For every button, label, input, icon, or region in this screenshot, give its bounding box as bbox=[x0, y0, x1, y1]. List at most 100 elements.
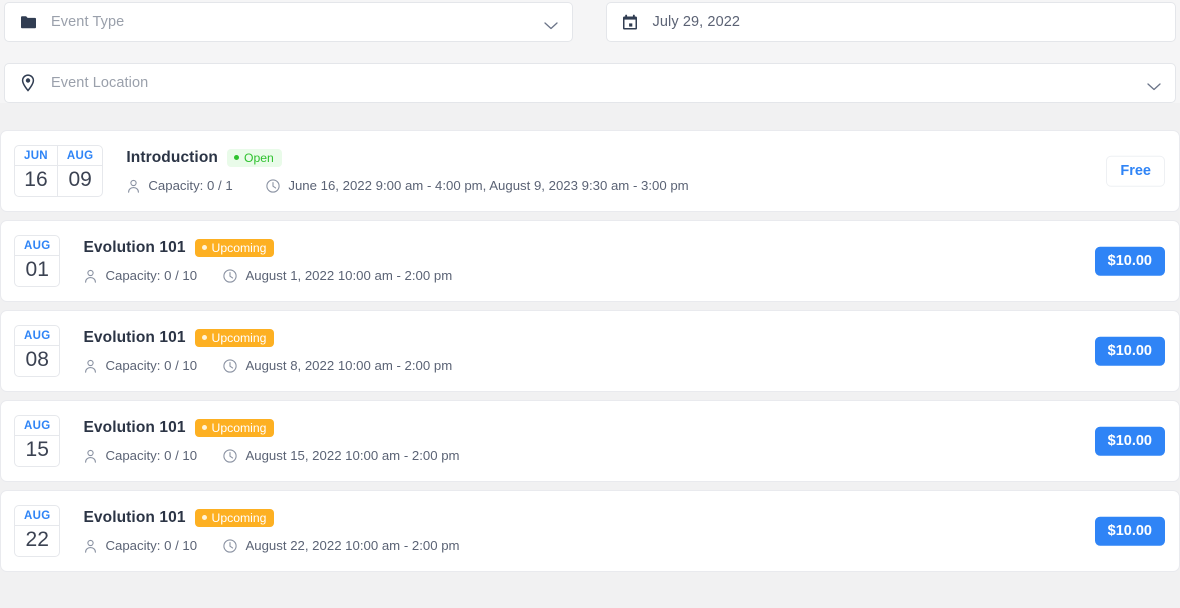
schedule-text: August 15, 2022 10:00 am - 2:00 pm bbox=[245, 448, 459, 463]
status-dot-icon bbox=[202, 425, 207, 430]
event-schedule: August 1, 2022 10:00 am - 2:00 pm bbox=[223, 268, 452, 283]
status-label: Upcoming bbox=[212, 332, 267, 344]
filter-bar: Event Type July 29, 2022 bbox=[0, 0, 1180, 103]
event-card[interactable]: AUG 15 Evolution 101 Upcoming Capacity: … bbox=[0, 400, 1180, 482]
clock-icon bbox=[223, 539, 237, 553]
event-date-box: AUG 15 bbox=[14, 415, 60, 468]
schedule-text: June 16, 2022 9:00 am - 4:00 pm, August … bbox=[288, 178, 688, 193]
event-date-box: AUG 22 bbox=[14, 505, 60, 558]
event-capacity: Capacity: 0 / 10 bbox=[83, 538, 223, 553]
status-badge: Open bbox=[227, 149, 282, 167]
event-schedule: August 15, 2022 10:00 am - 2:00 pm bbox=[223, 448, 459, 463]
date-month: AUG bbox=[15, 506, 59, 526]
person-icon bbox=[83, 539, 97, 553]
chevron-down-icon[interactable] bbox=[544, 18, 558, 27]
capacity-text: Capacity: 0 / 10 bbox=[105, 268, 197, 283]
event-type-select[interactable]: Event Type bbox=[4, 2, 573, 42]
date-column: AUG 01 bbox=[15, 236, 59, 287]
clock-icon bbox=[266, 179, 280, 193]
capacity-text: Capacity: 0 / 1 bbox=[148, 178, 232, 193]
price-badge[interactable]: $10.00 bbox=[1095, 247, 1165, 276]
status-label: Open bbox=[244, 152, 274, 164]
event-title: Introduction bbox=[126, 149, 218, 167]
event-date-box: AUG 08 bbox=[14, 325, 60, 378]
date-day: 16 bbox=[15, 166, 57, 197]
date-picker[interactable]: July 29, 2022 bbox=[606, 2, 1177, 42]
date-day: 22 bbox=[15, 526, 59, 557]
folder-icon bbox=[19, 13, 37, 31]
person-icon bbox=[83, 449, 97, 463]
event-details: Evolution 101 Upcoming Capacity: 0 / 10 … bbox=[83, 419, 1165, 463]
event-schedule: June 16, 2022 9:00 am - 4:00 pm, August … bbox=[266, 178, 688, 193]
date-value: July 29, 2022 bbox=[653, 14, 741, 30]
date-column: AUG 09 bbox=[57, 146, 102, 197]
event-date-box: AUG 01 bbox=[14, 235, 60, 288]
schedule-text: August 1, 2022 10:00 am - 2:00 pm bbox=[245, 268, 452, 283]
event-title: Evolution 101 bbox=[83, 509, 185, 527]
event-card[interactable]: AUG 08 Evolution 101 Upcoming Capacity: … bbox=[0, 310, 1180, 392]
event-type-placeholder: Event Type bbox=[51, 14, 124, 30]
event-schedule: August 22, 2022 10:00 am - 2:00 pm bbox=[223, 538, 459, 553]
chevron-down-icon[interactable] bbox=[1147, 79, 1161, 88]
status-label: Upcoming bbox=[212, 512, 267, 524]
clock-icon bbox=[223, 269, 237, 283]
event-card[interactable]: AUG 22 Evolution 101 Upcoming Capacity: … bbox=[0, 490, 1180, 572]
event-capacity: Capacity: 0 / 1 bbox=[126, 178, 266, 193]
event-details: Evolution 101 Upcoming Capacity: 0 / 10 … bbox=[83, 509, 1165, 553]
calendar-icon bbox=[621, 13, 639, 31]
status-dot-icon bbox=[202, 245, 207, 250]
event-capacity: Capacity: 0 / 10 bbox=[83, 448, 223, 463]
event-details: Introduction Open Capacity: 0 / 1 June 1… bbox=[126, 149, 1165, 193]
price-badge[interactable]: $10.00 bbox=[1095, 427, 1165, 456]
event-capacity: Capacity: 0 / 10 bbox=[83, 268, 223, 283]
price-badge[interactable]: Free bbox=[1106, 156, 1165, 187]
event-schedule: August 8, 2022 10:00 am - 2:00 pm bbox=[223, 358, 452, 373]
person-icon bbox=[83, 269, 97, 283]
event-title: Evolution 101 bbox=[83, 419, 185, 437]
date-column: JUN 16 bbox=[15, 146, 57, 197]
status-label: Upcoming bbox=[212, 242, 267, 254]
date-month: AUG bbox=[58, 146, 102, 166]
person-icon bbox=[126, 179, 140, 193]
date-column: AUG 22 bbox=[15, 506, 59, 557]
schedule-text: August 8, 2022 10:00 am - 2:00 pm bbox=[245, 358, 452, 373]
date-day: 15 bbox=[15, 436, 59, 467]
capacity-text: Capacity: 0 / 10 bbox=[105, 538, 197, 553]
date-day: 08 bbox=[15, 346, 59, 377]
event-location-select[interactable]: Event Location bbox=[4, 63, 1176, 103]
event-details: Evolution 101 Upcoming Capacity: 0 / 10 … bbox=[83, 239, 1165, 283]
event-title: Evolution 101 bbox=[83, 239, 185, 257]
status-dot-icon bbox=[234, 155, 239, 160]
capacity-text: Capacity: 0 / 10 bbox=[105, 358, 197, 373]
date-day: 09 bbox=[58, 166, 102, 197]
status-dot-icon bbox=[202, 515, 207, 520]
map-pin-icon bbox=[19, 74, 37, 92]
person-icon bbox=[83, 359, 97, 373]
clock-icon bbox=[223, 449, 237, 463]
capacity-text: Capacity: 0 / 10 bbox=[105, 448, 197, 463]
event-card[interactable]: JUN 16 AUG 09 Introduction Open Capacity… bbox=[0, 130, 1180, 212]
event-card[interactable]: AUG 01 Evolution 101 Upcoming Capacity: … bbox=[0, 220, 1180, 302]
status-label: Upcoming bbox=[212, 422, 267, 434]
status-badge: Upcoming bbox=[195, 239, 275, 257]
date-column: AUG 08 bbox=[15, 326, 59, 377]
status-dot-icon bbox=[202, 335, 207, 340]
date-month: JUN bbox=[15, 146, 57, 166]
date-column: AUG 15 bbox=[15, 416, 59, 467]
date-day: 01 bbox=[15, 256, 59, 287]
date-month: AUG bbox=[15, 236, 59, 256]
event-location-placeholder: Event Location bbox=[51, 75, 148, 91]
status-badge: Upcoming bbox=[195, 509, 275, 527]
date-month: AUG bbox=[15, 416, 59, 436]
price-badge[interactable]: $10.00 bbox=[1095, 517, 1165, 546]
event-date-box: JUN 16 AUG 09 bbox=[14, 145, 103, 198]
event-title: Evolution 101 bbox=[83, 329, 185, 347]
event-list: JUN 16 AUG 09 Introduction Open Capacity… bbox=[0, 130, 1180, 572]
event-details: Evolution 101 Upcoming Capacity: 0 / 10 … bbox=[83, 329, 1165, 373]
event-capacity: Capacity: 0 / 10 bbox=[83, 358, 223, 373]
schedule-text: August 22, 2022 10:00 am - 2:00 pm bbox=[245, 538, 459, 553]
status-badge: Upcoming bbox=[195, 419, 275, 437]
price-badge[interactable]: $10.00 bbox=[1095, 337, 1165, 366]
date-month: AUG bbox=[15, 326, 59, 346]
clock-icon bbox=[223, 359, 237, 373]
